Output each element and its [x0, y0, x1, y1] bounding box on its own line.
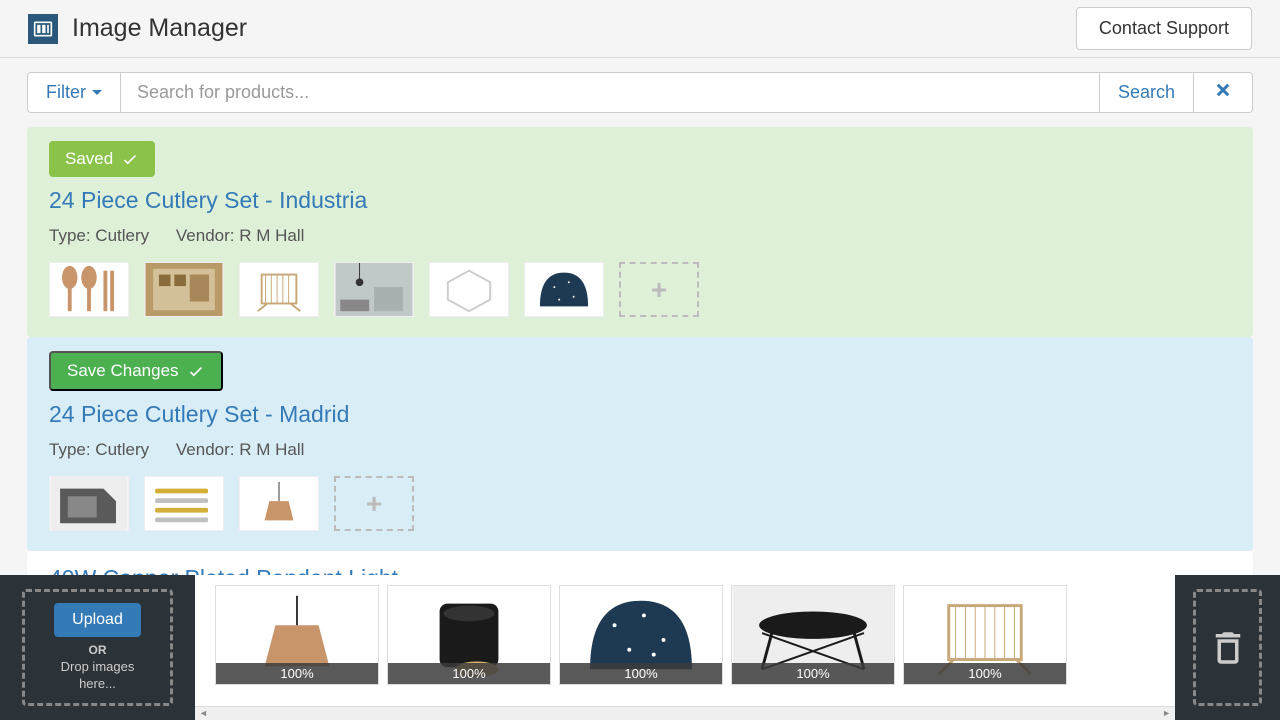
gallery-progress-label: 100%: [732, 663, 894, 684]
contact-support-button[interactable]: Contact Support: [1076, 7, 1252, 50]
products-list: Saved 24 Piece Cutlery Set - Industria T…: [0, 127, 1280, 624]
gallery-item[interactable]: 100%: [731, 585, 895, 685]
bottom-tray: Upload OR Drop imageshere... 100% 100% 1…: [0, 575, 1280, 720]
product-thumbnail move <div class=[interactable]: [239, 476, 319, 531]
gallery-progress-label: 100%: [216, 663, 378, 684]
upload-dropzone[interactable]: Upload OR Drop imageshere...: [0, 575, 195, 720]
gallery-progress-label: 100%: [560, 663, 722, 684]
product-thumbnail[interactable]: [239, 262, 319, 317]
product-thumbnail[interactable]: [429, 262, 509, 317]
product-vendor: Vendor: R M Hall: [176, 226, 305, 245]
product-thumbnails: +: [49, 476, 1231, 531]
product-meta: Type: Cutlery Vendor: R M Hall: [49, 440, 1231, 460]
product-title-link[interactable]: 24 Piece Cutlery Set - Madrid: [49, 401, 1231, 428]
trash-dropzone[interactable]: [1175, 575, 1280, 720]
clear-search-button[interactable]: [1194, 72, 1253, 113]
product-thumbnail[interactable]: [334, 262, 414, 317]
check-icon: [121, 150, 139, 168]
product-vendor: Vendor: R M Hall: [176, 440, 305, 459]
app-logo: [28, 14, 58, 44]
product-title-link[interactable]: 24 Piece Cutlery Set - Industria: [49, 187, 1231, 214]
product-thumbnail[interactable]: [144, 476, 224, 531]
plus-icon: +: [366, 488, 382, 520]
save-changes-button[interactable]: Save Changes: [49, 351, 223, 391]
product-thumbnail[interactable]: [49, 476, 129, 531]
product-thumbnails: +: [49, 262, 1231, 317]
clear-icon: [1214, 81, 1232, 99]
gallery-scrollbar[interactable]: [195, 706, 1175, 720]
gallery-row: 100% 100% 100% 100% 100%: [195, 575, 1175, 706]
product-thumbnail[interactable]: [144, 262, 224, 317]
gallery-item[interactable]: 100%: [215, 585, 379, 685]
saved-badge: Saved: [49, 141, 155, 177]
gallery-item[interactable]: 100%: [559, 585, 723, 685]
app-title: Image Manager: [72, 14, 247, 43]
search-button[interactable]: Search: [1100, 72, 1194, 113]
product-card: Save Changes 24 Piece Cutlery Set - Madr…: [27, 337, 1253, 551]
search-input[interactable]: [120, 72, 1100, 113]
gallery-item[interactable]: 100%: [903, 585, 1067, 685]
product-card: Saved 24 Piece Cutlery Set - Industria T…: [27, 127, 1253, 337]
search-bar: Filter Search: [0, 58, 1280, 127]
filter-dropdown-button[interactable]: Filter: [27, 72, 120, 113]
caret-down-icon: [92, 90, 102, 95]
upload-button[interactable]: Upload: [54, 603, 141, 637]
gallery-progress-label: 100%: [388, 663, 550, 684]
drop-hint: Drop imageshere...: [61, 659, 135, 693]
add-image-button[interactable]: +: [334, 476, 414, 531]
status-label: Save Changes: [67, 361, 179, 381]
gallery-progress-label: 100%: [904, 663, 1066, 684]
product-type: Type: Cutlery: [49, 226, 149, 245]
plus-icon: +: [651, 274, 667, 306]
gallery-strip: 100% 100% 100% 100% 100%: [195, 575, 1175, 720]
top-bar-left: Image Manager: [28, 14, 247, 44]
gallery-item[interactable]: 100%: [387, 585, 551, 685]
trash-icon: [1207, 627, 1249, 669]
product-meta: Type: Cutlery Vendor: R M Hall: [49, 226, 1231, 246]
or-label: OR: [89, 643, 107, 657]
status-label: Saved: [65, 149, 113, 169]
top-bar: Image Manager Contact Support: [0, 0, 1280, 58]
filter-label: Filter: [46, 82, 86, 103]
product-thumbnail[interactable]: [524, 262, 604, 317]
product-thumbnail[interactable]: [49, 262, 129, 317]
check-icon: [187, 362, 205, 380]
product-type: Type: Cutlery: [49, 440, 149, 459]
add-image-button[interactable]: +: [619, 262, 699, 317]
